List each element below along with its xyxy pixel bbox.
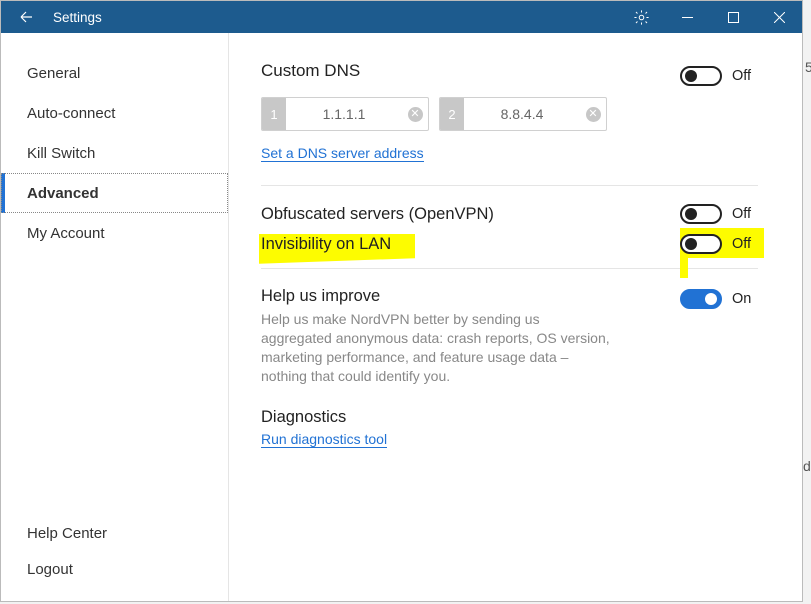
set-dns-address-link[interactable]: Set a DNS server address [261,145,424,162]
maximize-button[interactable] [710,1,756,33]
sidebar-item-advanced[interactable]: Advanced [1,173,228,213]
minimize-button[interactable] [664,1,710,33]
dns-value: 8.8.4.4 [464,106,580,122]
dns-value: 1.1.1.1 [286,106,402,122]
sidebar-item-label: Help Center [27,525,107,542]
sidebar-item-general[interactable]: General [1,53,228,93]
sidebar-item-logout[interactable]: Logout [1,551,228,587]
sidebar-item-label: My Account [27,225,105,242]
custom-dns-title: Custom DNS [261,61,360,81]
close-button[interactable] [756,1,802,33]
sidebar-item-help-center[interactable]: Help Center [1,515,228,551]
sidebar-item-my-account[interactable]: My Account [1,213,228,253]
background-fragment: 5 [805,59,811,75]
help-us-improve-label: Help us improve [261,287,611,306]
x-icon: ✕ [586,107,601,122]
custom-dns-toggle[interactable] [680,66,722,86]
highlight-marker [680,252,688,278]
dns-server-1[interactable]: 1 1.1.1.1 ✕ [261,97,429,131]
content-panel: Custom DNS Off 1 1.1.1.1 ✕ 2 8.8.4.4 ✕ [229,33,802,601]
sidebar-item-label: General [27,65,80,82]
settings-window: Settings General Auto-connect Kill Switc… [0,0,803,602]
dns-server-2[interactable]: 2 8.8.4.4 ✕ [439,97,607,131]
sidebar-item-label: Kill Switch [27,145,95,162]
titlebar: Settings [1,1,802,33]
highlight-marker [259,252,415,263]
sidebar-item-kill-switch[interactable]: Kill Switch [1,133,228,173]
custom-dns-toggle-state: Off [732,68,758,84]
obfuscated-servers-toggle-state: Off [732,206,758,222]
obfuscated-servers-label: Obfuscated servers (OpenVPN) [261,205,494,224]
help-us-improve-toggle[interactable] [680,289,722,309]
back-button[interactable] [9,9,43,25]
run-diagnostics-link[interactable]: Run diagnostics tool [261,431,387,448]
help-us-improve-toggle-state: On [732,291,758,307]
sidebar: General Auto-connect Kill Switch Advance… [1,33,229,601]
sidebar-item-label: Advanced [27,185,99,202]
divider [261,185,758,186]
sidebar-item-label: Logout [27,561,73,578]
window-title: Settings [53,10,102,25]
dns-index-badge: 1 [262,98,286,130]
sidebar-item-auto-connect[interactable]: Auto-connect [1,93,228,133]
background-fragment: di [803,458,811,474]
x-icon: ✕ [408,107,423,122]
invisibility-lan-label: Invisibility on LAN [261,235,391,254]
settings-gear-icon[interactable] [618,1,664,33]
diagnostics-title: Diagnostics [261,408,758,427]
invisibility-lan-toggle-state: Off [732,236,758,252]
dns-clear-button[interactable]: ✕ [402,98,428,130]
dns-clear-button[interactable]: ✕ [580,98,606,130]
help-us-improve-description: Help us make NordVPN better by sending u… [261,310,611,386]
invisibility-lan-toggle[interactable] [680,234,722,254]
obfuscated-servers-toggle[interactable] [680,204,722,224]
sidebar-item-label: Auto-connect [27,105,115,122]
dns-index-badge: 2 [440,98,464,130]
